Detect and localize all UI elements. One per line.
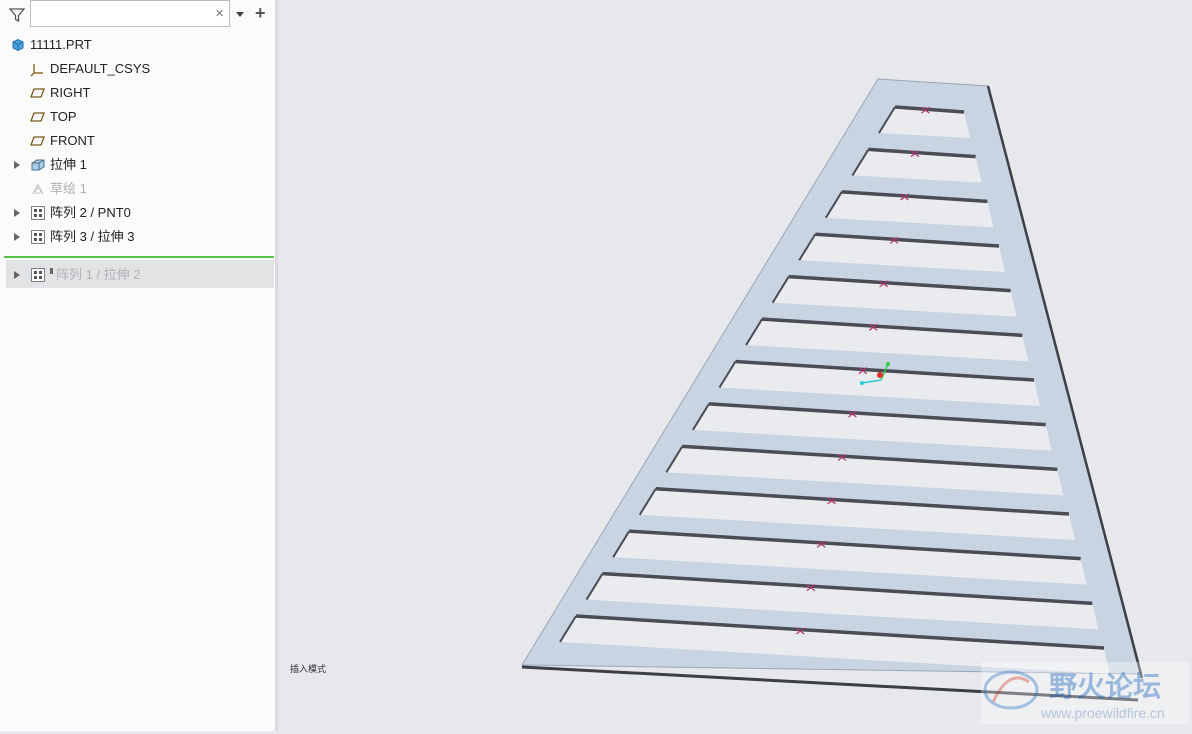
csys-origin bbox=[877, 372, 883, 378]
expand-arrow-icon[interactable] bbox=[14, 209, 20, 217]
tree-item-label: 草绘 1 bbox=[50, 181, 87, 196]
pattern-icon bbox=[31, 268, 45, 282]
pattern-icon bbox=[31, 206, 45, 220]
graphics-viewport[interactable]: 插入模式 野火论坛 www.proewildfire.cn bbox=[281, 0, 1192, 731]
datum-plane-icon bbox=[30, 136, 45, 146]
csys-icon bbox=[30, 64, 43, 77]
tree-item-label: DEFAULT_CSYS bbox=[50, 61, 151, 76]
expand-arrow-icon[interactable] bbox=[14, 271, 20, 279]
expand-arrow-icon[interactable] bbox=[14, 233, 20, 241]
tree-item-label: FRONT bbox=[50, 133, 95, 148]
add-column-icon[interactable]: + bbox=[255, 3, 266, 23]
expand-arrow-icon[interactable] bbox=[14, 161, 20, 169]
insert-here-marker[interactable] bbox=[4, 256, 274, 258]
tree-item-label: 拉伸 1 bbox=[50, 157, 87, 172]
model-tree-panel: × + 11111.PRT DEFAULT_CSYS RIGHT TOP FRONT 拉… bbox=[0, 0, 278, 731]
tree-root-label: 11111.PRT bbox=[30, 37, 92, 52]
tree-item-label: TOP bbox=[50, 109, 77, 124]
clear-search-icon[interactable]: × bbox=[215, 5, 224, 23]
watermark-logo: 野火论坛 www.proewildfire.cn bbox=[981, 662, 1189, 724]
watermark-title: 野火论坛 bbox=[1049, 671, 1161, 702]
tree-item-label: 阵列 3 / 拉伸 3 bbox=[50, 229, 135, 244]
datum-plane-icon bbox=[30, 88, 45, 98]
tree-item-label: 阵列 2 / PNT0 bbox=[50, 205, 131, 220]
viewport-status-text: 插入模式 bbox=[290, 663, 326, 674]
pattern-icon bbox=[31, 230, 45, 244]
csys-y-tip bbox=[886, 362, 890, 366]
watermark-url: www.proewildfire.cn bbox=[1040, 705, 1165, 721]
datum-plane-icon bbox=[30, 112, 45, 122]
tree-item-label: 阵列 1 / 拉伸 2 bbox=[56, 267, 141, 282]
tree-item-label: RIGHT bbox=[50, 85, 91, 100]
model-view[interactable]: 插入模式 野火论坛 www.proewildfire.cn bbox=[281, 0, 1192, 731]
suppressed-marker-icon bbox=[50, 268, 53, 274]
tree-search-input[interactable]: × bbox=[30, 0, 230, 27]
filter-dropdown-icon[interactable] bbox=[236, 12, 244, 17]
filter-icon[interactable] bbox=[8, 6, 26, 24]
part-icon bbox=[12, 38, 24, 52]
sketch-icon bbox=[32, 183, 44, 195]
tree-filter-bar: × + bbox=[0, 0, 278, 30]
extrude-icon bbox=[31, 159, 45, 171]
csys-x-tip bbox=[860, 381, 864, 385]
